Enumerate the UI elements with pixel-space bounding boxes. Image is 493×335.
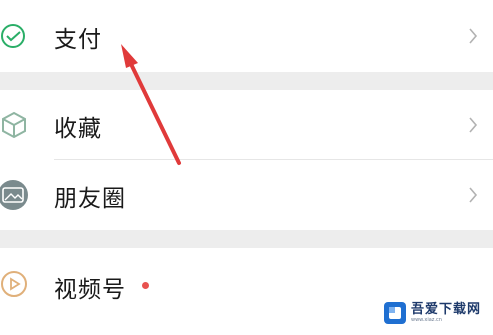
chevron-right-icon [465,115,481,135]
menu-item-payment[interactable]: 支付 [0,0,493,72]
menu-item-label: 支付 [54,27,102,53]
channels-play-icon [0,266,32,302]
menu-item-label: 收藏 [54,116,102,142]
menu-item-moments[interactable]: 朋友圈 [0,160,493,230]
menu-item-label: 朋友圈 [54,186,126,212]
payment-icon [0,18,32,54]
watermark-title: 吾爱下载网 [410,302,481,317]
new-content-badge [142,282,149,289]
settings-screen: 支付 收藏 朋友圈 视频号 吾爱下载网 www.xiaz.cn [0,0,493,335]
moments-photo-icon [0,177,32,213]
watermark: 吾爱下载网 www.xiaz.cn [378,299,485,327]
menu-item-label: 视频号 [54,277,126,303]
menu-item-favorites[interactable]: 收藏 [0,90,493,160]
chevron-right-icon [465,26,481,46]
watermark-subtitle: www.xiaz.cn [410,317,442,323]
watermark-logo-icon [383,302,406,324]
favorites-cube-icon [0,107,32,143]
chevron-right-icon [465,185,481,205]
